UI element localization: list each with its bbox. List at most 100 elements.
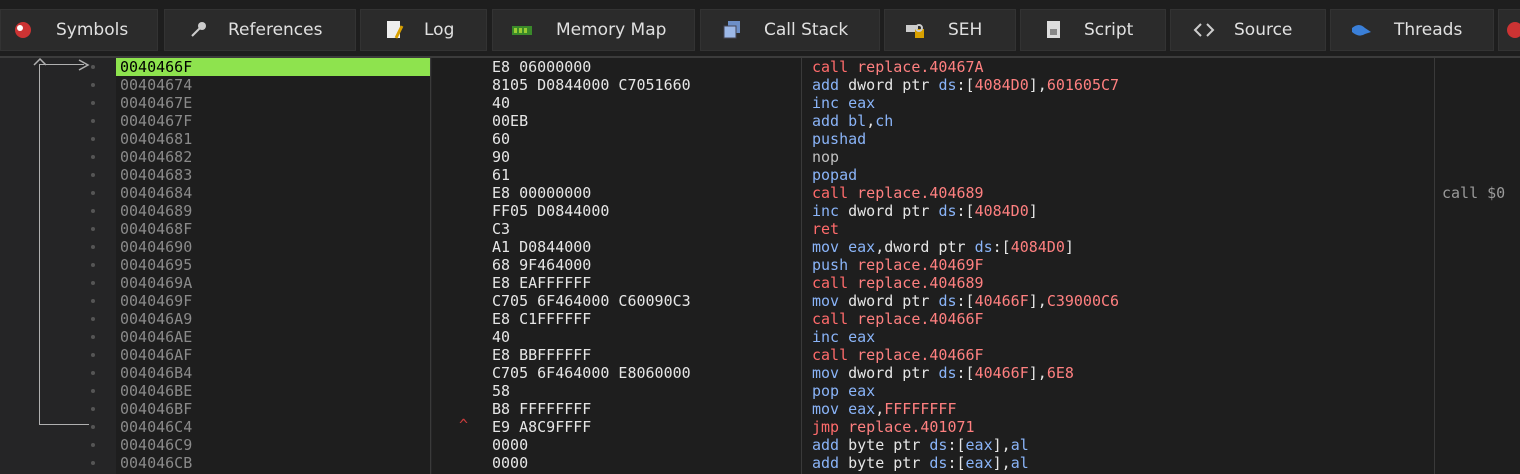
instruction-cell[interactable]: add byte ptr ds:[eax],al [812,436,1029,454]
disassembly-view[interactable]: 0040466F E8 06000000 call replace.40467A 00… [0,58,1520,474]
breakpoint-dot[interactable] [91,209,95,213]
instruction-cell[interactable]: jmp replace.401071 [812,418,975,436]
address-cell[interactable]: 004046A9 [116,310,430,328]
address-cell[interactable]: 004046BF [116,400,430,418]
disasm-row[interactable]: 0040467F 00EB add bl,ch [0,112,1520,130]
instruction-cell[interactable]: inc eax [812,94,875,112]
breakpoint-dot[interactable] [91,371,95,375]
address-cell[interactable]: 00404695 [116,256,430,274]
breakpoint-dot[interactable] [91,65,95,69]
breakpoint-dot[interactable] [91,101,95,105]
address-cell[interactable]: 004046C4 [116,418,430,436]
breakpoint-dot[interactable] [91,155,95,159]
address-cell[interactable]: 0040466F [116,58,430,76]
instruction-cell[interactable]: pushad [812,130,866,148]
address-cell[interactable]: 00404684 [116,184,430,202]
tab-seh[interactable]: SEH [884,9,1016,51]
tab-symbols[interactable]: Symbols [0,9,158,51]
breakpoint-dot[interactable] [91,137,95,141]
instruction-cell[interactable]: add bl,ch [812,112,893,130]
tab-log[interactable]: Log [360,9,487,51]
disasm-row[interactable]: 004046BE 58 pop eax [0,382,1520,400]
instruction-cell[interactable]: mov dword ptr ds:[40466F],6E8 [812,364,1074,382]
disasm-row[interactable]: 0040466F E8 06000000 call replace.40467A [0,58,1520,76]
instruction-cell[interactable]: nop [812,148,839,166]
breakpoint-dot[interactable] [91,335,95,339]
instruction-cell[interactable]: call replace.404689 [812,184,984,202]
disasm-row[interactable]: 0040467E 40 inc eax [0,94,1520,112]
tab-memory-map[interactable]: Memory Map [492,9,695,51]
tab-call-stack[interactable]: Call Stack [700,9,880,51]
address-cell[interactable]: 004046BE [116,382,430,400]
address-cell[interactable]: 004046AF [116,346,430,364]
breakpoint-dot[interactable] [91,461,95,465]
disasm-row[interactable]: 00404674 8105 D0844000 C7051660 add dword … [0,76,1520,94]
address-cell[interactable]: 00404682 [116,148,430,166]
disasm-row[interactable]: 00404682 90 nop [0,148,1520,166]
address-cell[interactable]: 00404689 [116,202,430,220]
tab-threads[interactable]: Threads [1330,9,1494,51]
instruction-cell[interactable]: push replace.40469F [812,256,984,274]
address-cell[interactable]: 0040469F [116,292,430,310]
disasm-row[interactable]: 00404695 68 9F464000 push replace.40469F [0,256,1520,274]
disasm-row[interactable]: 004046A9 E8 C1FFFFFF call replace.40466F [0,310,1520,328]
disasm-row[interactable]: 004046AF E8 BBFFFFFF call replace.40466F [0,346,1520,364]
instruction-cell[interactable]: inc dword ptr ds:[4084D0] [812,202,1038,220]
address-cell[interactable]: 00404683 [116,166,430,184]
instruction-cell[interactable]: mov eax,FFFFFFFF [812,400,957,418]
breakpoint-dot[interactable] [91,191,95,195]
disasm-row[interactable]: 00404684 E8 00000000 call replace.404689 ca… [0,184,1520,202]
tab-references[interactable]: References [164,9,356,51]
instruction-cell[interactable]: mov dword ptr ds:[40466F],C39000C6 [812,292,1119,310]
address-cell[interactable]: 004046CB [116,454,430,472]
tab-script[interactable]: Script [1020,9,1166,51]
instruction-cell[interactable]: add byte ptr ds:[eax],al [812,454,1029,472]
disasm-row[interactable]: 004046B4 C705 6F464000 E8060000 mov dword … [0,364,1520,382]
address-cell[interactable]: 0040468F [116,220,430,238]
disasm-row[interactable]: 004046C9 0000 add byte ptr ds:[eax],al [0,436,1520,454]
disasm-row[interactable]: 004046C4 ^ E9 A8C9FFFF jmp replace.401071 [0,416,1520,436]
instruction-cell[interactable]: call replace.40467A [812,58,984,76]
disasm-row[interactable]: 00404689 FF05 D0844000 inc dword ptr ds:[4… [0,202,1520,220]
instruction-cell[interactable]: pop eax [812,382,875,400]
address-cell[interactable]: 0040467F [116,112,430,130]
disasm-row[interactable]: 0040469A E8 EAFFFFFF call replace.404689 [0,274,1520,292]
breakpoint-dot[interactable] [91,281,95,285]
instruction-cell[interactable]: ret [812,220,839,238]
disasm-row[interactable]: 004046CB 0000 add byte ptr ds:[eax],al [0,454,1520,472]
address-cell[interactable]: 0040469A [116,274,430,292]
breakpoint-dot[interactable] [91,119,95,123]
breakpoint-dot[interactable] [91,173,95,177]
instruction-cell[interactable]: popad [812,166,857,184]
breakpoint-dot[interactable] [91,443,95,447]
instruction-cell[interactable]: mov eax,dword ptr ds:[4084D0] [812,238,1074,256]
disasm-row[interactable]: 00404681 60 pushad [0,130,1520,148]
breakpoint-dot[interactable] [91,425,95,429]
disasm-row[interactable]: 0040468F C3 ret [0,220,1520,238]
breakpoint-dot[interactable] [91,245,95,249]
address-cell[interactable]: 004046C9 [116,436,430,454]
instruction-cell[interactable]: call replace.404689 [812,274,984,292]
address-cell[interactable]: 004046B4 [116,364,430,382]
breakpoint-dot[interactable] [91,299,95,303]
disasm-row[interactable]: 00404690 A1 D0844000 mov eax,dword ptr ds:… [0,238,1520,256]
disasm-row[interactable]: 00404683 61 popad [0,166,1520,184]
disasm-row[interactable]: 004046AE 40 inc eax [0,328,1520,346]
tab-source[interactable]: Source [1170,9,1326,51]
breakpoint-dot[interactable] [91,317,95,321]
breakpoint-dot[interactable] [91,353,95,357]
breakpoint-dot[interactable] [91,263,95,267]
disasm-row[interactable]: 004046BF B8 FFFFFFFF mov eax,FFFFFFFF [0,400,1520,418]
instruction-cell[interactable]: inc eax [812,328,875,346]
breakpoint-dot[interactable] [91,389,95,393]
address-cell[interactable]: 004046AE [116,328,430,346]
breakpoint-dot[interactable] [91,227,95,231]
breakpoint-dot[interactable] [91,407,95,411]
disasm-row[interactable]: 0040469F C705 6F464000 C60090C3 mov dword … [0,292,1520,310]
instruction-cell[interactable]: add dword ptr ds:[4084D0],601605C7 [812,76,1119,94]
breakpoint-dot[interactable] [91,83,95,87]
instruction-cell[interactable]: call replace.40466F [812,310,984,328]
instruction-cell[interactable]: call replace.40466F [812,346,984,364]
address-cell[interactable]: 00404674 [116,76,430,94]
address-cell[interactable]: 00404690 [116,238,430,256]
